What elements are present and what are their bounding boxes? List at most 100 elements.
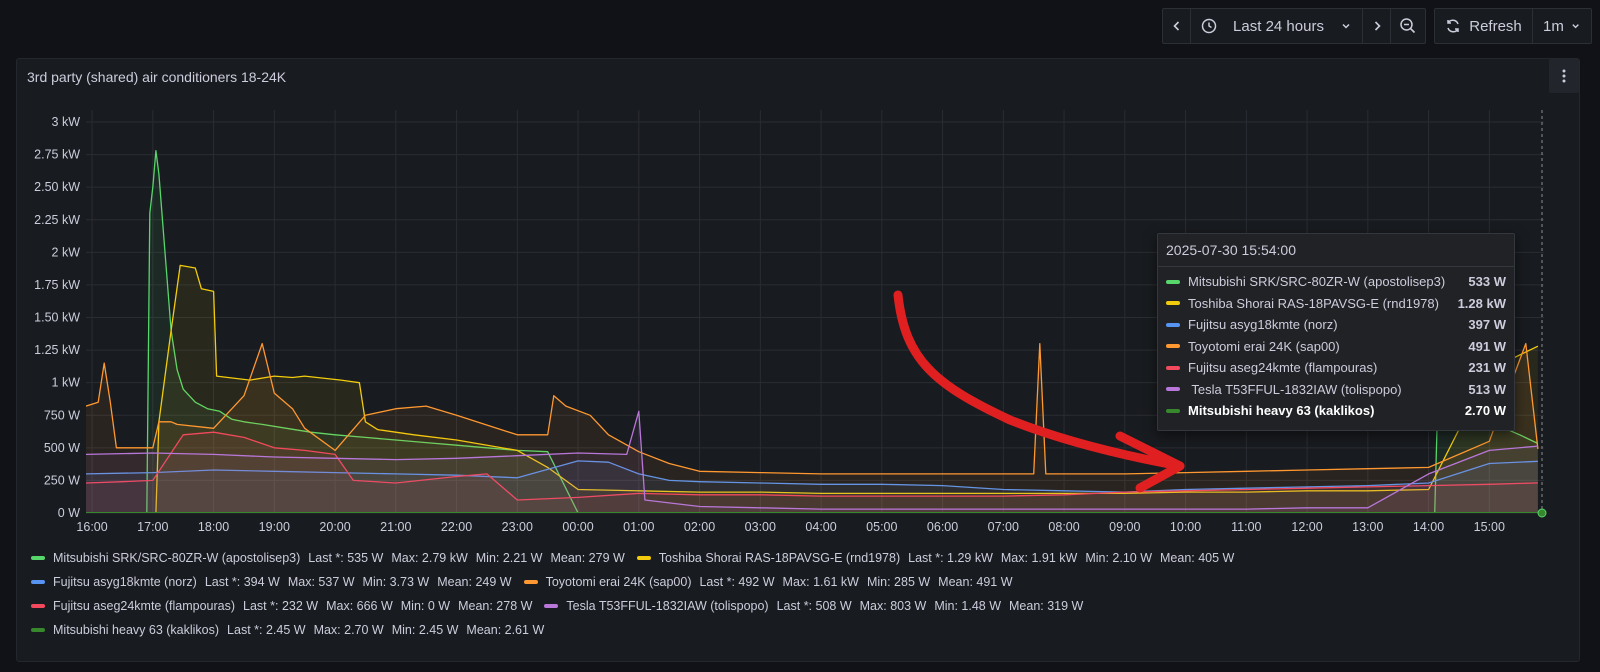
time-picker-group: Last 24 hours <box>1162 8 1426 44</box>
legend-max: Max: 2.79 kW <box>391 551 468 565</box>
legend-swatch <box>31 604 45 608</box>
y-tick-label: 3 kW <box>52 115 81 129</box>
tooltip-swatch <box>1166 301 1180 306</box>
legend-name: Tesla T53FFUL-1832IAW (tolispopo) <box>566 599 769 613</box>
y-tick-label: 1.25 kW <box>34 343 80 357</box>
tooltip-row: Fujitsu aseg24kmte (flampouras) 231 W <box>1158 357 1514 379</box>
legend-item[interactable]: Toshiba Shorai RAS-18PAVSG-E (rnd1978) La… <box>636 551 1235 565</box>
legend-row: Fujitsu aseg24kmte (flampouras) Last *: 2… <box>31 594 1246 618</box>
tooltip-series-name: Fujitsu aseg24kmte (flampouras) <box>1188 360 1378 376</box>
legend-name: Toshiba Shorai RAS-18PAVSG-E (rnd1978) <box>658 551 901 565</box>
legend-last: Last *: 492 W <box>699 575 775 589</box>
panel-title: 3rd party (shared) air conditioners 18-2… <box>27 69 287 85</box>
tooltip-series-name: Toyotomi erai 24K (sap00) <box>1188 338 1340 354</box>
y-tick-label: 1.50 kW <box>34 311 80 325</box>
legend-name: Fujitsu aseg24kmte (flampouras) <box>53 599 236 613</box>
legend-item[interactable]: Mitsubishi SRK/SRC-80ZR-W (apostolisep3)… <box>31 551 625 565</box>
tooltip-swatch <box>1166 279 1180 284</box>
tooltip-row: Tesla T53FFUL-1832IAW (tolispopo) 513 W <box>1158 379 1514 401</box>
x-tick-label: 18:00 <box>198 520 229 534</box>
y-tick-label: 1 kW <box>52 376 81 390</box>
time-forward-button[interactable] <box>1363 9 1391 43</box>
refresh-interval-picker[interactable]: 1m <box>1533 9 1591 43</box>
legend-item[interactable]: Toyotomi erai 24K (sap00) Last *: 492 W Ma… <box>523 575 1013 589</box>
chart-tooltip: 2025-07-30 15:54:00 Mitsubishi SRK/SRC-8… <box>1157 233 1515 431</box>
time-back-button[interactable] <box>1163 9 1191 43</box>
hover-point <box>1537 508 1547 518</box>
legend-item[interactable]: Fujitsu asyg18kmte (norz) Last *: 394 W Ma… <box>31 575 512 589</box>
legend-last: Last *: 2.45 W <box>227 623 306 637</box>
x-tick-label: 21:00 <box>380 520 411 534</box>
legend-swatch <box>31 556 45 560</box>
x-tick-label: 05:00 <box>866 520 897 534</box>
y-tick-label: 2 kW <box>52 245 81 259</box>
y-tick-label: 750 W <box>44 408 80 422</box>
x-tick-label: 06:00 <box>927 520 958 534</box>
chevron-right-icon <box>1374 21 1381 31</box>
zoom-out-button[interactable] <box>1391 9 1425 43</box>
legend-mean: Mean: 491 W <box>938 575 1013 589</box>
legend-last: Last *: 508 W <box>776 599 852 613</box>
x-tick-label: 17:00 <box>137 520 168 534</box>
x-tick-label: 02:00 <box>684 520 715 534</box>
legend-row: Fujitsu asyg18kmte (norz) Last *: 394 W Ma… <box>31 570 1246 594</box>
x-tick-label: 07:00 <box>988 520 1019 534</box>
legend-name: Mitsubishi SRK/SRC-80ZR-W (apostolisep3) <box>53 551 301 565</box>
legend-max: Max: 666 W <box>326 599 393 613</box>
legend-mean: Mean: 278 W <box>458 599 533 613</box>
refresh-button[interactable]: Refresh <box>1435 9 1533 43</box>
x-tick-label: 04:00 <box>805 520 836 534</box>
x-tick-label: 10:00 <box>1170 520 1201 534</box>
tooltip-series-value: 231 W <box>1468 360 1506 376</box>
tooltip-swatch <box>1166 344 1180 349</box>
tooltip-row: Mitsubishi SRK/SRC-80ZR-W (apostolisep3)… <box>1158 271 1514 293</box>
chart-legend: Mitsubishi SRK/SRC-80ZR-W (apostolisep3)… <box>31 546 1246 642</box>
x-tick-label: 12:00 <box>1291 520 1322 534</box>
legend-min: Min: 3.73 W <box>362 575 430 589</box>
legend-mean: Mean: 405 W <box>1160 551 1235 565</box>
y-tick-label: 2.25 kW <box>34 213 80 227</box>
refresh-interval-label: 1m <box>1543 17 1564 35</box>
x-tick-label: 22:00 <box>441 520 472 534</box>
tooltip-series-name: Mitsubishi heavy 63 (kaklikos) <box>1188 403 1375 419</box>
clock-icon <box>1201 18 1217 34</box>
legend-last: Last *: 1.29 kW <box>908 551 993 565</box>
legend-swatch <box>31 580 45 584</box>
time-range-label: Last 24 hours <box>1233 17 1324 35</box>
tooltip-row: Toyotomi erai 24K (sap00) 491 W <box>1158 336 1514 358</box>
chevron-down-icon <box>1342 23 1350 29</box>
chevron-left-icon <box>1172 21 1179 31</box>
panel-menu-button[interactable] <box>1549 59 1579 93</box>
legend-item[interactable]: Mitsubishi heavy 63 (kaklikos) Last *: 2.… <box>31 623 544 637</box>
refresh-icon <box>1447 19 1459 33</box>
legend-name: Fujitsu asyg18kmte (norz) <box>53 575 197 589</box>
legend-row: Mitsubishi heavy 63 (kaklikos) Last *: 2.… <box>31 618 1246 642</box>
legend-last: Last *: 232 W <box>243 599 319 613</box>
x-tick-label: 15:00 <box>1474 520 1505 534</box>
legend-min: Min: 285 W <box>866 575 931 589</box>
legend-max: Max: 537 W <box>287 575 355 589</box>
tooltip-swatch <box>1166 322 1180 327</box>
legend-min: Min: 0 W <box>400 599 451 613</box>
tooltip-series-value: 533 W <box>1468 274 1506 290</box>
tooltip-series-value: 397 W <box>1468 317 1506 333</box>
tooltip-row: Mitsubishi heavy 63 (kaklikos) 2.70 W <box>1158 400 1514 422</box>
time-range-picker[interactable]: Last 24 hours <box>1191 9 1363 43</box>
tooltip-series-name: Fujitsu asyg18kmte (norz) <box>1188 317 1338 333</box>
legend-row: Mitsubishi SRK/SRC-80ZR-W (apostolisep3)… <box>31 546 1246 570</box>
legend-item[interactable]: Fujitsu aseg24kmte (flampouras) Last *: 2… <box>31 599 532 613</box>
x-tick-label: 11:00 <box>1231 520 1261 534</box>
chevron-down-icon <box>1572 24 1579 29</box>
tooltip-series-value: 1.28 kW <box>1457 295 1506 311</box>
y-tick-label: 250 W <box>44 473 80 487</box>
x-tick-label: 14:00 <box>1413 520 1444 534</box>
tooltip-rows: Mitsubishi SRK/SRC-80ZR-W (apostolisep3)… <box>1158 267 1514 422</box>
legend-swatch <box>31 628 45 632</box>
x-tick-label: 19:00 <box>259 520 290 534</box>
legend-mean: Mean: 279 W <box>550 551 625 565</box>
tooltip-row: Fujitsu asyg18kmte (norz) 397 W <box>1158 314 1514 336</box>
tooltip-series-name: Toshiba Shorai RAS-18PAVSG-E (rnd1978) <box>1188 295 1439 311</box>
legend-item[interactable]: Tesla T53FFUL-1832IAW (tolispopo) Last *:… <box>544 599 1083 613</box>
x-tick-label: 23:00 <box>502 520 533 534</box>
legend-min: Min: 2.45 W <box>391 623 459 637</box>
